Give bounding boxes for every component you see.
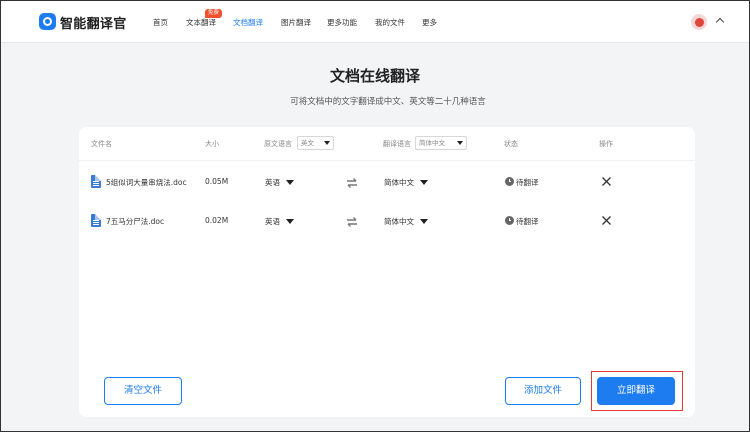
doc-file-icon [91, 175, 101, 188]
clear-files-button[interactable]: 清空文件 [104, 377, 182, 405]
page-subtitle: 可将文档中的文字翻译成中文、英文等二十几种语言 [290, 97, 486, 107]
nav-item-more-features[interactable]: 更多功能 [327, 17, 357, 28]
column-header-action: 操作 [599, 140, 613, 148]
file-name: 5组似词大量串烧法.doc [106, 178, 187, 187]
caret-down-icon[interactable] [286, 180, 294, 185]
add-file-button[interactable]: 添加文件 [505, 377, 581, 405]
caret-down-icon[interactable] [286, 219, 294, 224]
nav-item-home[interactable]: 首页 [153, 17, 168, 28]
caret-down-icon[interactable] [420, 219, 428, 224]
status-text: 待翻译 [516, 217, 539, 226]
clock-icon [505, 177, 514, 186]
source-lang-select-value: 英文 [301, 139, 314, 147]
target-lang-select[interactable]: 简体中文 [415, 136, 467, 150]
caret-down-icon [457, 141, 463, 145]
nav-item-document-translate[interactable]: 文档翻译 [233, 17, 263, 28]
caret-down-icon [324, 141, 330, 145]
file-name: 7五马分尸法.doc [106, 217, 165, 226]
column-header-status: 状态 [504, 140, 518, 148]
column-header-target-lang: 翻译语言 [383, 140, 411, 148]
nav-item-more[interactable]: 更多 [422, 17, 437, 28]
free-badge: 免费 [205, 9, 223, 18]
column-header-size: 大小 [205, 140, 219, 148]
source-lang-select[interactable]: 英文 [297, 136, 334, 150]
top-header: 智能翻译官 首页 文本翻译 文档翻译 图片翻译 更多功能 我的文件 更多 免费 [1, 1, 749, 43]
file-size: 0.05M [205, 177, 229, 186]
chevron-up-icon[interactable] [715, 17, 725, 27]
page-title: 文档在线翻译 [329, 67, 420, 85]
status-text: 待翻译 [516, 178, 539, 187]
source-language[interactable]: 英语 [265, 177, 280, 188]
swap-icon[interactable] [346, 177, 358, 189]
table-row: 7五马分尸法.doc 0.02M 英语 简体中文 待翻译 [79, 207, 695, 237]
column-header-source-lang: 原文语言 [264, 140, 292, 148]
close-icon[interactable] [601, 176, 612, 187]
close-icon[interactable] [601, 215, 612, 226]
target-language[interactable]: 简体中文 [384, 216, 414, 227]
source-language[interactable]: 英语 [265, 216, 280, 227]
highlight-box [591, 371, 683, 411]
file-size: 0.02M [205, 216, 229, 225]
nav-item-my-files[interactable]: 我的文件 [375, 17, 405, 28]
column-header-filename: 文件名 [91, 140, 112, 148]
translate-logo-icon[interactable] [39, 13, 56, 30]
clock-icon [505, 216, 514, 225]
swap-icon[interactable] [346, 216, 358, 228]
app-title[interactable]: 智能翻译官 [60, 13, 127, 32]
target-lang-select-value: 简体中文 [419, 139, 445, 147]
doc-file-icon [91, 214, 101, 227]
table-row: 5组似词大量串烧法.doc 0.05M 英语 简体中文 待翻译 [79, 168, 695, 198]
nav-item-image-translate[interactable]: 图片翻译 [281, 17, 311, 28]
caret-down-icon[interactable] [420, 180, 428, 185]
nav-item-text-translate[interactable]: 文本翻译 [186, 17, 216, 28]
target-language[interactable]: 简体中文 [384, 177, 414, 188]
avatar[interactable] [691, 14, 707, 30]
header-divider [79, 160, 695, 161]
